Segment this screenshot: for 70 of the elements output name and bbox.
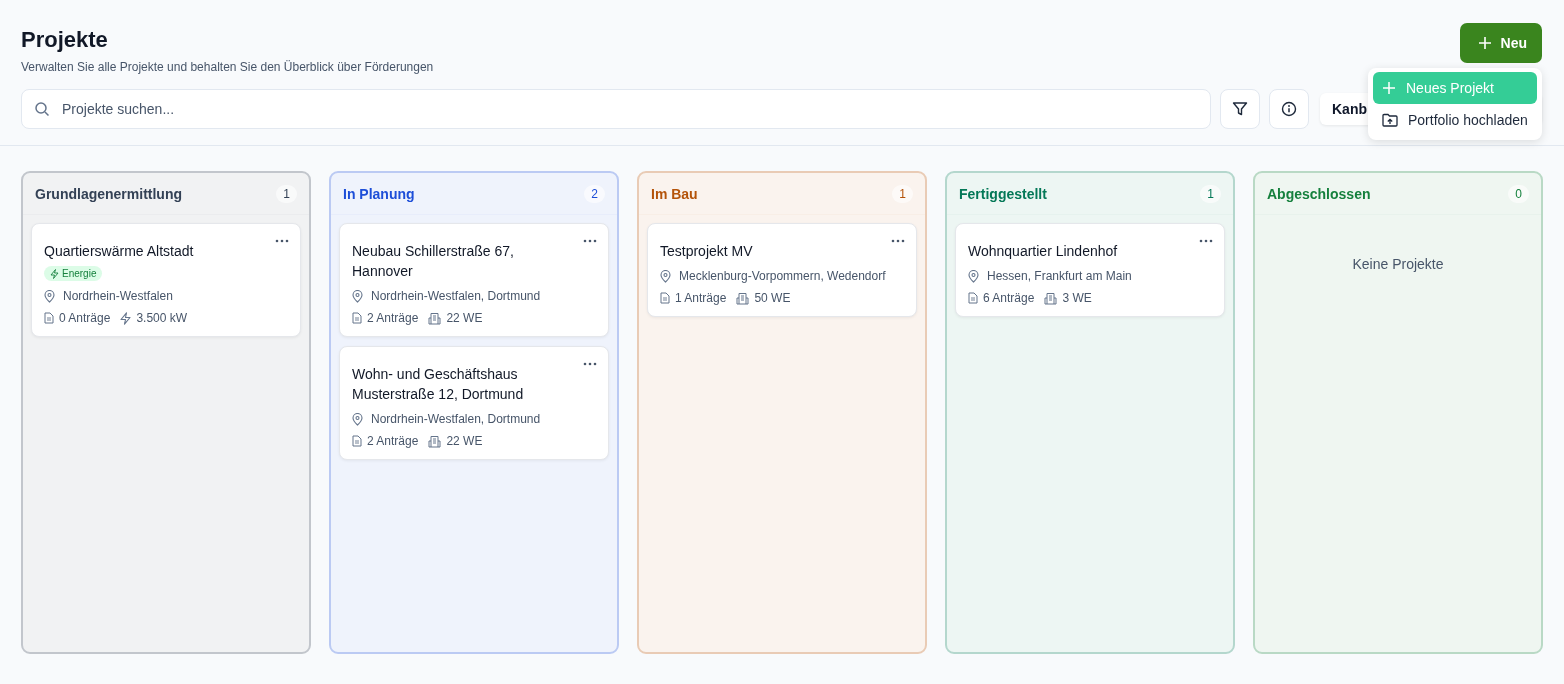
card-title: Wohnquartier Lindenhof <box>968 242 1118 261</box>
document-icon <box>660 292 670 304</box>
location-pin-icon <box>968 269 979 283</box>
card-stat: 2 Anträge <box>367 434 419 448</box>
card-stat: 0 Anträge <box>59 311 111 325</box>
building-icon <box>1044 291 1058 305</box>
page-title: Projekte <box>21 27 109 53</box>
menu-item[interactable]: Portfolio hochladen <box>1373 104 1537 136</box>
project-card[interactable]: Wohn- und Geschäftshaus Musterstraße 12, Dortmund Nordrhein-Westfalen, Dortmund 2 Anträge 22 WE <box>339 346 609 460</box>
more-icon[interactable] <box>583 239 597 243</box>
building-icon <box>428 434 442 448</box>
building-icon <box>428 311 442 325</box>
column-title: Abgeschlossen <box>1267 185 1371 202</box>
empty-message: Keine Projekte <box>1351 255 1445 272</box>
more-icon[interactable] <box>583 362 597 366</box>
category-tag: Energie <box>44 266 103 281</box>
more-icon[interactable] <box>275 239 289 243</box>
card-location: Nordrhein-Westfalen, Dortmund <box>371 289 541 303</box>
document-icon <box>352 312 362 324</box>
column-title: Im Bau <box>651 185 698 202</box>
more-icon[interactable] <box>891 239 905 243</box>
column-count: 1 <box>1200 184 1221 203</box>
card-stat: 2 Anträge <box>367 311 419 325</box>
card-title: Testprojekt MV <box>660 242 753 261</box>
info-icon <box>1281 101 1297 117</box>
card-stat: 22 WE <box>446 311 483 325</box>
document-icon <box>44 312 54 324</box>
lightning-icon <box>120 311 132 325</box>
info-button[interactable] <box>1269 89 1309 129</box>
document-icon <box>352 435 362 447</box>
plus-icon <box>1382 81 1396 95</box>
card-location: Mecklenburg-Vorpommern, Wedendorf <box>679 269 886 283</box>
project-card[interactable]: Testprojekt MV Mecklenburg-Vorpommern, Wedendorf 1 Anträge 50 WE <box>647 223 917 317</box>
card-title: Wohn- und Geschäftshaus Musterstraße 12, Dortmund <box>352 365 525 404</box>
new-button[interactable]: Neu <box>1459 23 1542 63</box>
project-card[interactable]: Neubau Schillerstraße 67, Hannover Nordrhein-Westfalen, Dortmund 2 Anträge 22 WE <box>339 223 609 337</box>
filter-icon <box>1232 101 1248 117</box>
page-subtitle: Verwalten Sie alle Projekte und behalten Sie den Überblick über Förderungen <box>21 60 434 74</box>
document-icon <box>968 292 978 304</box>
card-stat: 3 WE <box>1062 291 1092 305</box>
column-title: Fertiggestellt <box>959 185 1047 202</box>
column-count: 0 <box>1508 184 1529 203</box>
card-stat: 6 Anträge <box>983 291 1035 305</box>
card-location: Nordrhein-Westfalen <box>63 289 173 303</box>
project-card[interactable]: Quartierswärme Altstadt Energie Nordrhein-Westfalen 0 Anträge 3.500 kW <box>31 223 301 337</box>
card-stat: 50 WE <box>754 291 791 305</box>
column-title: In Planung <box>343 185 415 202</box>
lightning-icon <box>50 268 59 279</box>
location-pin-icon <box>352 289 363 303</box>
column-count: 2 <box>584 184 605 203</box>
location-pin-icon <box>44 289 55 303</box>
column-count: 1 <box>892 184 913 203</box>
column-count: 1 <box>276 184 297 203</box>
card-location: Nordrhein-Westfalen, Dortmund <box>371 412 541 426</box>
building-icon <box>736 291 750 305</box>
card-title: Quartierswärme Altstadt <box>44 242 194 261</box>
project-card[interactable]: Wohnquartier Lindenhof Hessen, Frankfurt am Main 6 Anträge 3 WE <box>955 223 1225 317</box>
card-stat: 3.500 kW <box>136 311 188 325</box>
card-stat: 22 WE <box>446 434 483 448</box>
location-pin-icon <box>352 412 363 426</box>
location-pin-icon <box>660 269 671 283</box>
card-location: Hessen, Frankfurt am Main <box>987 269 1132 283</box>
folder-upload-icon <box>1382 113 1398 127</box>
card-stat: 1 Anträge <box>675 291 727 305</box>
card-title: Neubau Schillerstraße 67, Hannover <box>352 242 515 281</box>
search-field[interactable]: Projekte suchen... <box>21 89 1211 129</box>
filter-button[interactable] <box>1220 89 1260 129</box>
plus-icon <box>1477 36 1492 50</box>
column-title: Grundlagenermittlung <box>35 185 182 202</box>
more-icon[interactable] <box>1199 239 1213 243</box>
